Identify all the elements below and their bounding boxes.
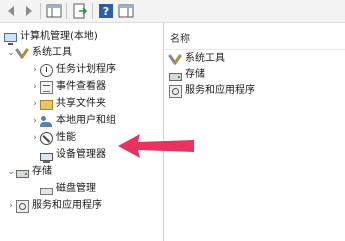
chevron-right-icon[interactable]: › [30, 79, 40, 95]
help-icon[interactable]: ? [98, 3, 114, 19]
storage-icon [16, 169, 29, 178]
svg-text:?: ? [103, 5, 109, 18]
header-divider [164, 49, 345, 50]
chevron-right-icon[interactable]: › [6, 198, 16, 214]
users-icon [40, 115, 53, 128]
tree-item-local-users[interactable]: › 本地用户和组 [30, 113, 116, 129]
tree-item-system-tools[interactable]: ⌄ 系统工具 [6, 45, 72, 61]
tree-item-disk-management[interactable]: 磁盘管理 [40, 181, 96, 197]
list-item-storage[interactable]: 存储 [169, 67, 205, 83]
event-log-icon [40, 80, 53, 94]
list-item-services-apps[interactable]: 服务和应用程序 [169, 83, 255, 99]
device-manager-icon [40, 152, 53, 163]
clock-icon [40, 63, 53, 77]
list-item-label: 系统工具 [185, 53, 225, 64]
action-pane-icon[interactable] [118, 3, 134, 19]
chevron-right-icon[interactable]: › [30, 96, 40, 112]
tree-item-label: 设备管理器 [56, 149, 106, 160]
tree-item-root[interactable]: 计算机管理(本地) [4, 29, 98, 45]
services-icon [16, 199, 29, 213]
list-item-system-tools[interactable]: 系统工具 [169, 51, 225, 67]
tree-item-label: 计算机管理(本地) [20, 31, 98, 42]
export-icon[interactable] [72, 3, 88, 19]
tree-item-device-manager[interactable]: 设备管理器 [40, 147, 106, 163]
arrow-right-icon[interactable] [20, 3, 36, 19]
tree-item-storage[interactable]: ⌄ 存储 [6, 164, 52, 180]
toolbar-separator [40, 3, 41, 19]
tree-item-event-viewer[interactable]: › 事件查看器 [30, 79, 106, 95]
tree-item-performance[interactable]: › 性能 [30, 130, 76, 146]
disk-icon [40, 187, 53, 195]
toolbar: ? [0, 0, 345, 23]
toolbar-separator [92, 3, 93, 19]
tree-item-label: 事件查看器 [56, 81, 106, 92]
tree-item-label: 本地用户和组 [56, 115, 116, 126]
arrow-left-icon[interactable] [4, 3, 20, 19]
chevron-down-icon[interactable]: ⌄ [6, 164, 16, 180]
show-hide-tree-icon[interactable] [46, 3, 62, 19]
toolbar-separator [66, 3, 67, 19]
tree-item-label: 存储 [32, 166, 52, 177]
tree-item-services-apps[interactable]: › 服务和应用程序 [6, 198, 102, 214]
tree-item-label: 系统工具 [32, 47, 72, 58]
tree-item-label: 服务和应用程序 [32, 200, 102, 211]
tools-icon [169, 53, 182, 66]
tree-item-label: 任务计划程序 [56, 64, 116, 75]
chevron-right-icon[interactable]: › [30, 113, 40, 129]
column-header-name[interactable]: 名称 [170, 30, 190, 45]
services-icon [169, 84, 182, 98]
tree-item-label: 磁盘管理 [56, 183, 96, 194]
performance-icon [40, 131, 53, 145]
list-item-label: 服务和应用程序 [185, 85, 255, 96]
storage-icon [169, 72, 182, 81]
folder-icon [40, 100, 53, 110]
annotation-arrow [118, 134, 194, 158]
tree-item-task-scheduler[interactable]: › 任务计划程序 [30, 62, 116, 78]
tree-item-label: 共享文件夹 [56, 98, 106, 109]
computer-icon [4, 33, 17, 45]
list-item-label: 存储 [185, 69, 205, 80]
tree-item-label: 性能 [56, 132, 76, 143]
tools-icon [16, 47, 29, 60]
chevron-right-icon[interactable]: › [30, 62, 40, 78]
chevron-right-icon[interactable]: › [30, 130, 40, 146]
tree-item-shared-folders[interactable]: › 共享文件夹 [30, 96, 106, 112]
chevron-down-icon[interactable]: ⌄ [6, 45, 16, 61]
